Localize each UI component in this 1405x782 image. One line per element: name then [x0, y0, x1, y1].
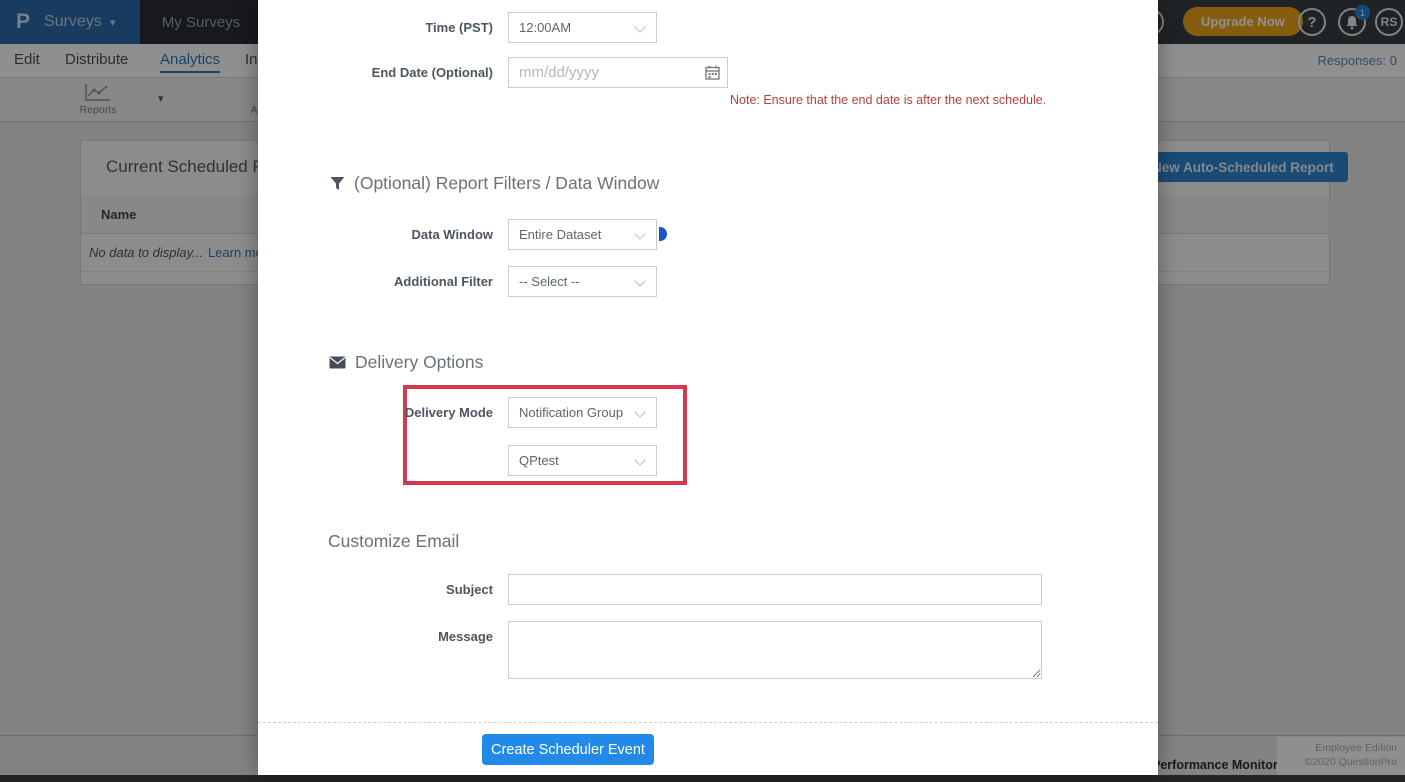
end-date-input[interactable] — [508, 57, 728, 88]
additional-filter-label: Additional Filter — [258, 266, 493, 297]
end-date-field-wrap — [508, 57, 728, 88]
calendar-icon[interactable] — [705, 65, 720, 85]
chevron-down-icon — [634, 275, 645, 286]
create-scheduler-event-button[interactable]: Create Scheduler Event — [482, 734, 654, 765]
notification-group-select[interactable]: QPtest — [508, 445, 657, 476]
chevron-down-icon — [634, 406, 645, 417]
data-window-label: Data Window — [258, 219, 493, 250]
message-textarea[interactable] — [508, 621, 1042, 679]
modal-footer-divider — [258, 722, 1158, 723]
chevron-down-icon — [634, 21, 645, 32]
message-label: Message — [258, 621, 493, 652]
report-filters-heading: (Optional) Report Filters / Data Window — [330, 173, 659, 194]
data-window-value: Entire Dataset — [519, 227, 601, 242]
delivery-mode-value: Notification Group — [519, 405, 623, 420]
report-filters-heading-label: (Optional) Report Filters / Data Window — [354, 173, 659, 194]
info-beacon-icon[interactable] — [659, 227, 667, 241]
additional-filter-value: -- Select -- — [519, 274, 580, 289]
time-label: Time (PST) — [258, 12, 493, 43]
screen: P Surveys ▾ My Surveys Upgrade Now ? 1 R… — [0, 0, 1405, 782]
delivery-options-heading: Delivery Options — [329, 352, 483, 373]
subject-label: Subject — [258, 574, 493, 605]
time-value: 12:00AM — [519, 20, 571, 35]
customize-email-heading-label: Customize Email — [328, 531, 459, 552]
chevron-down-icon — [634, 228, 645, 239]
delivery-mode-select[interactable]: Notification Group — [508, 397, 657, 428]
customize-email-heading: Customize Email — [328, 531, 459, 552]
subject-input[interactable] — [508, 574, 1042, 605]
end-date-note: Note: Ensure that the end date is after … — [730, 93, 1046, 107]
chevron-down-icon — [634, 454, 645, 465]
additional-filter-select[interactable]: -- Select -- — [508, 266, 657, 297]
filter-icon — [330, 176, 345, 191]
scheduler-modal: Time (PST) 12:00AM End Date (Optional) N… — [258, 0, 1158, 775]
envelope-icon — [329, 356, 346, 369]
notification-group-value: QPtest — [519, 453, 559, 468]
time-select[interactable]: 12:00AM — [508, 12, 657, 43]
data-window-select[interactable]: Entire Dataset — [508, 219, 657, 250]
end-date-label: End Date (Optional) — [258, 57, 493, 88]
delivery-options-heading-label: Delivery Options — [355, 352, 483, 373]
delivery-mode-label: Delivery Mode — [258, 397, 493, 428]
